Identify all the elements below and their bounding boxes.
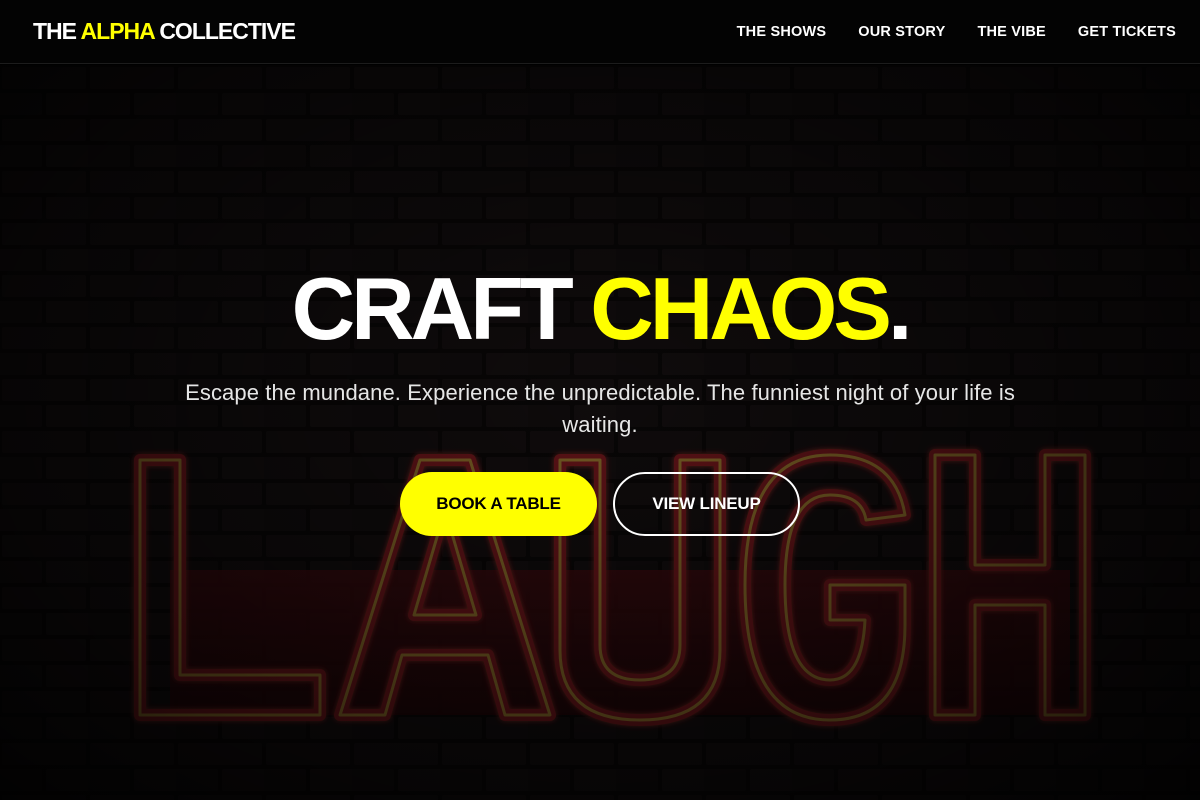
headline-period: .	[887, 259, 913, 358]
brand-suffix: COLLECTIVE	[159, 18, 296, 44]
book-a-table-button[interactable]: BOOK A TABLE	[400, 472, 597, 536]
headline-accent: CHAOS	[590, 259, 892, 358]
hero-section: CRAFT CHAOS. Escape the mundane. Experie…	[0, 65, 1200, 800]
hero-content: CRAFT CHAOS. Escape the mundane. Experie…	[0, 65, 1200, 800]
nav-item-tickets: GET TICKETS	[1078, 23, 1176, 41]
view-lineup-button[interactable]: VIEW LINEUP	[613, 472, 800, 536]
top-navigation: THE ALPHA COLLECTIVE THE SHOWS OUR STORY…	[0, 0, 1200, 64]
nav-item-vibe: THE VIBE	[977, 23, 1045, 41]
headline-main: CRAFT	[291, 259, 574, 358]
nav-link-get-tickets[interactable]: GET TICKETS	[1078, 24, 1176, 40]
nav-links: THE SHOWS OUR STORY THE VIBE GET TICKETS	[737, 23, 1176, 41]
nav-link-our-story[interactable]: OUR STORY	[858, 24, 945, 40]
brand-prefix: THE	[33, 18, 77, 44]
hero-subtitle: Escape the mundane. Experience the unpre…	[185, 380, 1015, 437]
nav-item-story: OUR STORY	[858, 23, 945, 41]
landing-page: THE ALPHA COLLECTIVE THE SHOWS OUR STORY…	[0, 0, 1200, 800]
hero-cta-group: BOOK A TABLE VIEW LINEUP	[0, 472, 1200, 536]
nav-link-the-shows[interactable]: THE SHOWS	[737, 24, 827, 40]
brand-accent: ALPHA	[80, 18, 155, 44]
nav-link-the-vibe[interactable]: THE VIBE	[977, 24, 1045, 40]
hero-headline: CRAFT CHAOS.	[0, 265, 1200, 353]
brand-logo[interactable]: THE ALPHA COLLECTIVE	[33, 18, 296, 45]
nav-item-shows: THE SHOWS	[737, 23, 827, 41]
